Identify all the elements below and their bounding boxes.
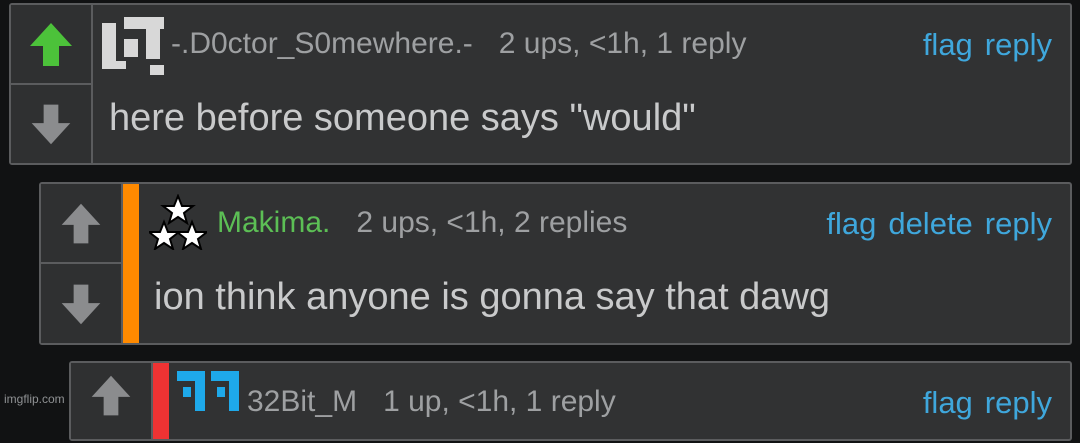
- arrow-down-icon: [31, 104, 71, 145]
- username[interactable]: -.D0ctor_S0mewhere.-: [171, 27, 473, 60]
- username[interactable]: 32Bit_M: [247, 385, 357, 418]
- flag-link[interactable]: flag: [923, 385, 973, 420]
- comment-meta: -.D0ctor_S0mewhere.- 2 ups, <1h, 1 reply: [171, 27, 746, 61]
- comment-stats: 1 up, <1h, 1 reply: [383, 385, 616, 418]
- comment-1: -.D0ctor_S0mewhere.- 2 ups, <1h, 1 reply …: [9, 3, 1072, 165]
- comment-stats: 2 ups, <1h, 2 replies: [356, 206, 628, 239]
- avatar[interactable]: [149, 194, 207, 250]
- comment-meta: Makima. 2 ups, <1h, 2 replies: [217, 206, 627, 240]
- reply-link[interactable]: reply: [985, 385, 1052, 420]
- comment-meta: 32Bit_M 1 up, <1h, 1 reply: [247, 385, 616, 419]
- upvote-button[interactable]: [71, 363, 151, 443]
- comment-3: 32Bit_M 1 up, <1h, 1 reply flag reply: [69, 361, 1072, 441]
- reply-link[interactable]: reply: [985, 27, 1052, 62]
- comment-text: ion think anyone is gonna say that dawg: [154, 276, 831, 318]
- arrow-up-icon: [61, 203, 101, 244]
- watermark: imgflip.com: [4, 392, 65, 406]
- comment-2: Makima. 2 ups, <1h, 2 replies flag delete r…: [39, 182, 1072, 345]
- avatar[interactable]: [177, 371, 241, 421]
- downvote-button[interactable]: [41, 262, 121, 343]
- vote-column: [11, 5, 93, 163]
- arrow-down-icon: [61, 284, 101, 324]
- arrow-up-icon: [91, 375, 131, 416]
- comment-actions: flag reply: [911, 27, 1052, 63]
- flag-link[interactable]: flag: [826, 206, 876, 241]
- comment-depth-stripe: [153, 363, 169, 439]
- comment-stats: 2 ups, <1h, 1 reply: [498, 27, 747, 60]
- flag-link[interactable]: flag: [923, 27, 973, 62]
- vote-column: [41, 184, 123, 343]
- upvote-button[interactable]: [11, 5, 91, 85]
- vote-column: [71, 363, 153, 439]
- comment-text: here before someone says "would": [109, 97, 696, 139]
- username[interactable]: Makima.: [217, 206, 330, 239]
- avatar[interactable]: [102, 17, 164, 75]
- upvote-button[interactable]: [41, 184, 121, 264]
- downvote-button[interactable]: [11, 83, 91, 163]
- comment-actions: flag reply: [911, 385, 1052, 421]
- arrow-up-icon: [30, 23, 72, 66]
- comment-actions: flag delete reply: [814, 206, 1052, 242]
- reply-link[interactable]: reply: [985, 206, 1052, 241]
- comment-depth-stripe: [123, 184, 139, 343]
- delete-link[interactable]: delete: [888, 206, 972, 241]
